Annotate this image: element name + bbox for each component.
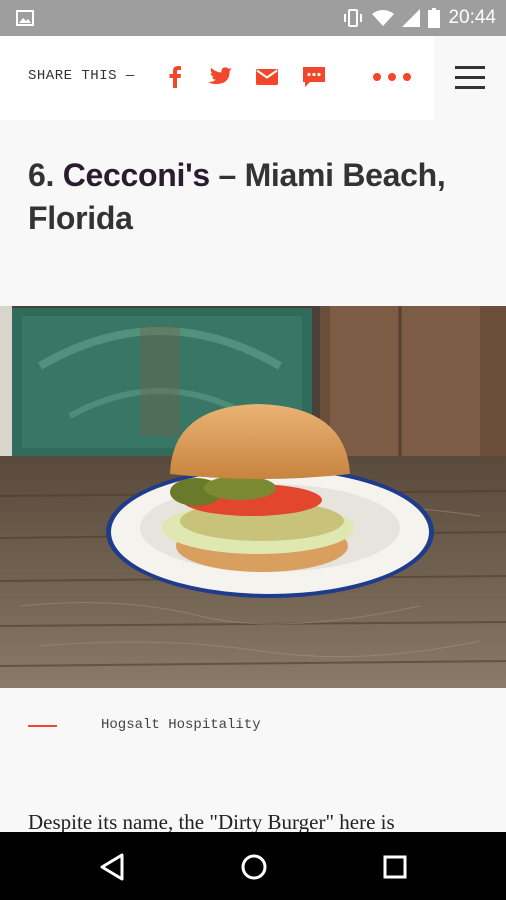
status-bar: 20:44 [0, 0, 506, 36]
signal-icon [402, 9, 421, 27]
facebook-icon[interactable] [162, 64, 188, 90]
sms-icon[interactable] [301, 64, 327, 90]
email-icon[interactable] [254, 64, 280, 90]
share-label: SHARE THIS — [28, 68, 135, 84]
wifi-icon [372, 10, 395, 26]
article-title: 6. Cecconi's – Miami Beach, Florida [28, 154, 488, 240]
back-icon[interactable] [98, 852, 128, 882]
share-bar: SHARE THIS — [0, 36, 506, 120]
photo-credit: Hogsalt Hospitality [101, 717, 261, 733]
twitter-icon[interactable] [207, 64, 233, 90]
home-icon[interactable] [239, 852, 269, 882]
title-restaurant-link[interactable]: Cecconi's [63, 157, 211, 193]
status-time: 20:44 [448, 7, 496, 28]
credit-rule [28, 725, 57, 727]
battery-icon [428, 8, 441, 28]
image-icon [16, 10, 34, 26]
more-icon[interactable] [372, 72, 412, 82]
burger-photo [0, 306, 506, 688]
title-number: 6. [28, 157, 55, 193]
recents-icon[interactable] [380, 852, 410, 882]
menu-icon[interactable] [455, 64, 485, 90]
vibrate-icon [344, 9, 363, 27]
nav-bar [0, 832, 506, 900]
